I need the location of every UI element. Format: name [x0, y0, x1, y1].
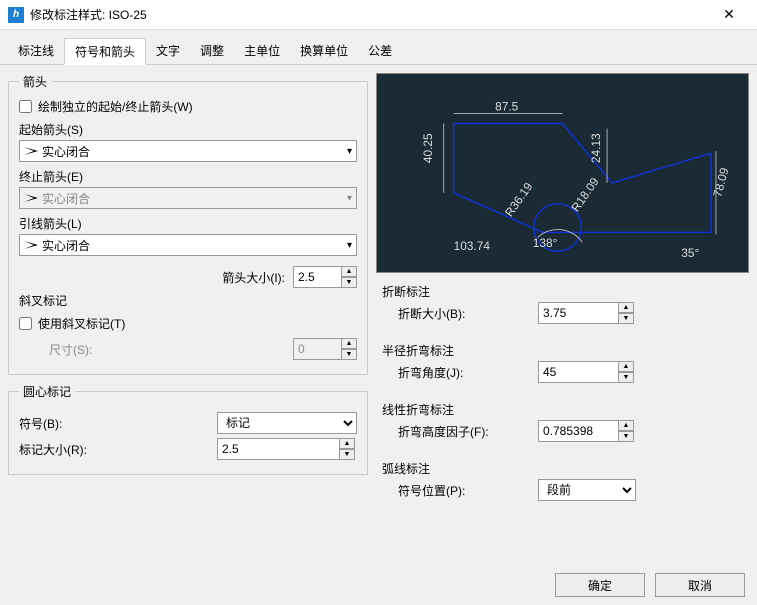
tab-4[interactable]: 主单位 — [234, 38, 290, 64]
arrows-group: 箭头 绘制独立的起始/终止箭头(W) 起始箭头(S) 实心闭合 ▾ 终止箭头(E… — [8, 73, 368, 375]
spin-down-icon[interactable]: ▼ — [341, 277, 357, 288]
spin-down-icon[interactable]: ▼ — [618, 372, 634, 383]
radius-angle-spinner[interactable]: ▲▼ — [538, 361, 634, 383]
diag-size-label: 尺寸(S): — [19, 341, 293, 358]
arrow-solid-icon — [24, 147, 38, 155]
arc-pos-label: 符号位置(P): — [398, 482, 538, 499]
tab-6[interactable]: 公差 — [358, 38, 402, 64]
center-symbol-select[interactable]: 标记 — [217, 412, 357, 434]
svg-text:87.5: 87.5 — [495, 100, 519, 114]
tab-5[interactable]: 换算单位 — [290, 38, 358, 64]
chevron-down-icon: ▾ — [347, 193, 352, 204]
linear-legend: 线性折弯标注 — [382, 401, 743, 418]
ok-button[interactable]: 确定 — [555, 573, 645, 597]
break-size-input[interactable] — [538, 302, 618, 324]
tab-1[interactable]: 符号和箭头 — [64, 38, 146, 65]
break-size-spinner[interactable]: ▲▼ — [538, 302, 634, 324]
svg-text:R18.09: R18.09 — [568, 175, 602, 215]
start-arrow-select[interactable]: 实心闭合 ▾ — [19, 140, 357, 162]
linear-factor-input[interactable] — [538, 420, 618, 442]
spin-up-icon[interactable]: ▲ — [618, 420, 634, 431]
break-group: 折断标注 折断大小(B): ▲▼ — [376, 281, 749, 332]
use-diag-label: 使用斜叉标记(T) — [38, 315, 125, 332]
arc-group: 弧线标注 符号位置(P): 段前 — [376, 458, 749, 509]
diag-size-input — [293, 338, 341, 360]
spin-up-icon[interactable]: ▲ — [339, 438, 355, 449]
start-arrow-label: 起始箭头(S) — [19, 121, 357, 138]
spin-up-icon[interactable]: ▲ — [618, 361, 634, 372]
spin-down-icon[interactable]: ▼ — [339, 449, 355, 460]
spin-down-icon[interactable]: ▼ — [618, 313, 634, 324]
spin-up-icon: ▲ — [341, 338, 357, 349]
svg-text:24.13: 24.13 — [589, 133, 603, 163]
arrow-solid-icon — [24, 194, 38, 202]
svg-text:40.25: 40.25 — [421, 133, 435, 163]
arrow-solid-icon — [24, 241, 38, 249]
break-legend: 折断标注 — [382, 283, 743, 300]
tab-0[interactable]: 标注线 — [8, 38, 64, 64]
leader-arrow-label: 引线箭头(L) — [19, 215, 357, 232]
radius-group: 半径折弯标注 折弯角度(J): ▲▼ — [376, 340, 749, 391]
tab-strip: 标注线符号和箭头文字调整主单位换算单位公差 — [0, 30, 757, 65]
center-size-input[interactable] — [217, 438, 339, 460]
center-size-spinner[interactable]: ▲▼ — [217, 438, 357, 460]
center-mark-group: 圆心标记 符号(B): 标记 标记大小(R): ▲▼ — [8, 383, 368, 475]
arc-legend: 弧线标注 — [382, 460, 743, 477]
spin-up-icon[interactable]: ▲ — [341, 266, 357, 277]
chevron-down-icon: ▾ — [347, 146, 352, 157]
app-icon: h — [8, 7, 24, 23]
dialog-footer: 确定 取消 — [0, 565, 757, 605]
svg-text:35°: 35° — [681, 246, 699, 260]
svg-text:78.09: 78.09 — [710, 166, 731, 199]
use-diag-checkbox[interactable] — [19, 317, 32, 330]
arc-pos-select[interactable]: 段前 — [538, 479, 636, 501]
arrows-legend: 箭头 — [19, 73, 51, 90]
tab-2[interactable]: 文字 — [146, 38, 190, 64]
center-size-label: 标记大小(R): — [19, 441, 217, 458]
break-size-label: 折断大小(B): — [398, 305, 538, 322]
diag-legend: 斜叉标记 — [19, 292, 357, 309]
spin-up-icon[interactable]: ▲ — [618, 302, 634, 313]
arrow-size-input[interactable] — [293, 266, 341, 288]
linear-factor-spinner[interactable]: ▲▼ — [538, 420, 634, 442]
close-button[interactable]: ✕ — [709, 0, 749, 30]
spin-down-icon: ▼ — [341, 349, 357, 360]
chevron-down-icon: ▾ — [347, 240, 352, 251]
radius-angle-input[interactable] — [538, 361, 618, 383]
end-arrow-label: 终止箭头(E) — [19, 168, 357, 185]
center-legend: 圆心标记 — [19, 383, 75, 400]
linear-factor-label: 折弯高度因子(F): — [398, 423, 538, 440]
linear-group: 线性折弯标注 折弯高度因子(F): ▲▼ — [376, 399, 749, 450]
independent-arrows-checkbox[interactable] — [19, 100, 32, 113]
end-arrow-select: 实心闭合 ▾ — [19, 187, 357, 209]
radius-legend: 半径折弯标注 — [382, 342, 743, 359]
spin-down-icon[interactable]: ▼ — [618, 431, 634, 442]
window-title: 修改标注样式: ISO-25 — [30, 6, 709, 23]
arrow-size-label: 箭头大小(I): — [222, 269, 285, 286]
svg-text:138°: 138° — [533, 236, 558, 250]
leader-arrow-select[interactable]: 实心闭合 ▾ — [19, 234, 357, 256]
arrow-size-spinner[interactable]: ▲▼ — [293, 266, 357, 288]
svg-text:R36.19: R36.19 — [502, 180, 536, 220]
svg-text:103.74: 103.74 — [454, 239, 491, 253]
radius-angle-label: 折弯角度(J): — [398, 364, 538, 381]
center-symbol-label: 符号(B): — [19, 415, 217, 432]
diag-size-spinner: ▲▼ — [293, 338, 357, 360]
titlebar: h 修改标注样式: ISO-25 ✕ — [0, 0, 757, 30]
dimension-preview: 87.5 40.25 24.13 78.09 R18.09 R36.19 138… — [376, 73, 749, 273]
independent-arrows-label: 绘制独立的起始/终止箭头(W) — [38, 98, 193, 115]
cancel-button[interactable]: 取消 — [655, 573, 745, 597]
tab-3[interactable]: 调整 — [190, 38, 234, 64]
